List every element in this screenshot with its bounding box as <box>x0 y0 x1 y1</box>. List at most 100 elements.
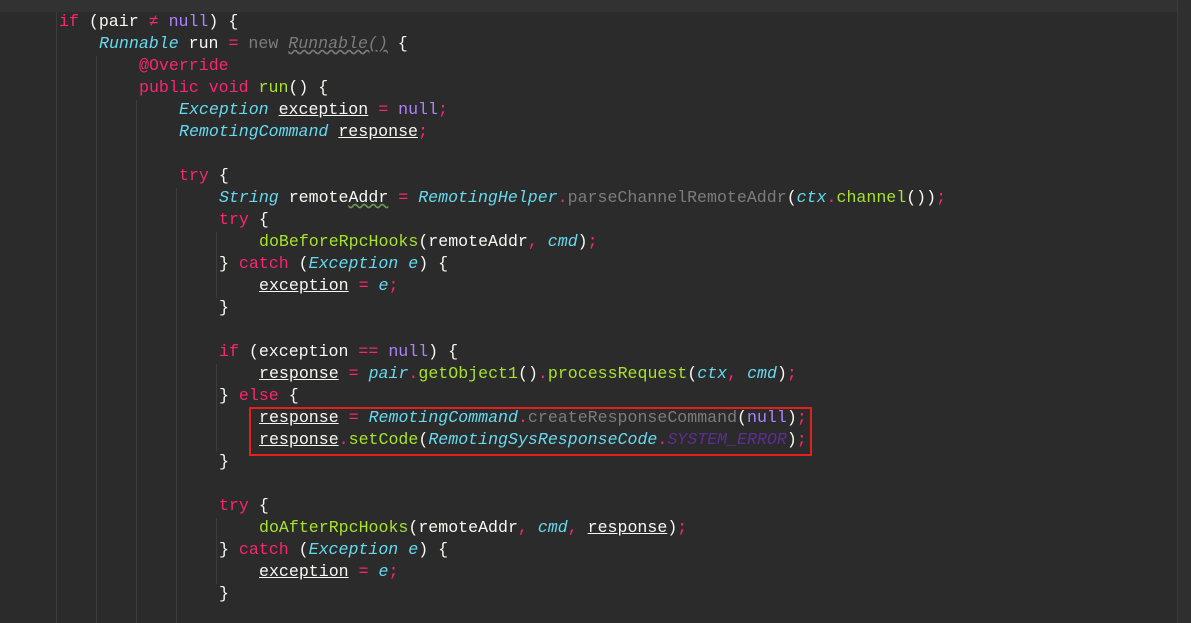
code-token: = <box>378 100 389 119</box>
code-token: response <box>259 430 339 449</box>
code-token: catch <box>238 254 289 273</box>
code-line[interactable]: if (exception == null) { <box>219 341 458 363</box>
code-token: { <box>278 386 299 405</box>
code-token: RemotingCommand <box>368 408 518 427</box>
code-token: ; <box>796 408 807 427</box>
code-token: doAfterRpcHooks <box>259 518 409 537</box>
code-token: ( <box>238 342 259 361</box>
code-line[interactable]: Runnable run = new Runnable() { <box>99 33 408 55</box>
code-token: () { <box>288 78 329 97</box>
code-line[interactable]: doBeforeRpcHooks(remoteAddr, cmd); <box>259 231 598 253</box>
code-line[interactable]: doAfterRpcHooks(remoteAddr, cmd, respons… <box>259 517 687 539</box>
code-token: response <box>259 408 339 427</box>
code-token: ( <box>737 408 748 427</box>
code-token: if <box>59 12 79 31</box>
code-token: ; <box>936 188 947 207</box>
code-token: channel <box>836 188 907 207</box>
code-line[interactable]: } else { <box>219 385 299 407</box>
code-line[interactable]: exception = e; <box>259 275 398 297</box>
code-token: new <box>248 34 279 53</box>
code-token: try <box>179 166 209 185</box>
code-token: ( <box>786 188 797 207</box>
code-token: Exception <box>179 100 269 119</box>
code-token: ) <box>577 232 588 251</box>
code-token: ctx <box>697 364 728 383</box>
code-line[interactable]: @Override <box>139 55 229 77</box>
code-token: e <box>378 276 389 295</box>
code-token: catch <box>238 540 289 559</box>
code-token: . <box>338 430 349 449</box>
code-token: . <box>657 430 668 449</box>
code-line[interactable]: if (pair ≠ null) { <box>59 11 238 33</box>
code-line[interactable]: response.setCode(RemotingSysResponseCode… <box>259 429 807 451</box>
code-token: } <box>219 254 239 273</box>
indent-guide <box>96 56 97 623</box>
code-token: ; <box>796 430 807 449</box>
code-token: remote <box>278 188 349 207</box>
code-token: , <box>727 364 748 383</box>
code-line[interactable]: try { <box>219 495 269 517</box>
code-line[interactable]: response = RemotingCommand.createRespons… <box>259 407 807 429</box>
code-token: if <box>219 342 239 361</box>
code-editor[interactable]: if (pair ≠ null) {Runnable run = new Run… <box>0 0 1191 623</box>
code-token: } <box>219 584 229 603</box>
code-line[interactable]: } <box>219 583 229 605</box>
code-line[interactable]: try { <box>219 209 269 231</box>
code-line[interactable]: exception = e; <box>259 561 398 583</box>
code-token: ; <box>786 364 797 383</box>
code-token: cmd <box>537 518 568 537</box>
code-line[interactable]: try { <box>179 165 229 187</box>
code-token: . <box>537 364 548 383</box>
code-line[interactable]: RemotingCommand response; <box>179 121 428 143</box>
code-line[interactable]: } catch (Exception e) { <box>219 253 448 275</box>
code-token: RemotingSysResponseCode <box>428 430 658 449</box>
code-token: = <box>348 364 359 383</box>
code-token: . <box>517 408 528 427</box>
code-token: Runnable() <box>288 34 388 53</box>
code-token: RemotingCommand <box>179 122 329 141</box>
code-line[interactable]: String remoteAddr = RemotingHelper.parse… <box>219 187 946 209</box>
code-token: = <box>358 562 369 581</box>
code-token: , <box>527 232 548 251</box>
code-token: e <box>378 562 389 581</box>
code-token: exception <box>259 562 349 581</box>
code-token: RemotingHelper <box>418 188 558 207</box>
code-token: ( <box>687 364 698 383</box>
code-token: , <box>567 518 588 537</box>
code-token: createResponseCommand <box>527 408 738 427</box>
code-token: { <box>208 166 229 185</box>
code-token: String <box>219 188 279 207</box>
code-token: ) <box>786 408 797 427</box>
code-token: setCode <box>348 430 419 449</box>
code-line[interactable]: response = pair.getObject1().processRequ… <box>259 363 797 385</box>
code-token: } <box>219 386 239 405</box>
vertical-scrollbar[interactable] <box>1177 0 1191 623</box>
code-token: ( <box>288 540 309 559</box>
code-line[interactable]: } catch (Exception e) { <box>219 539 448 561</box>
indent-guide <box>216 364 217 452</box>
code-token: ( <box>418 430 429 449</box>
code-token: { <box>248 496 269 515</box>
code-token: . <box>408 364 419 383</box>
code-line[interactable]: public void run() { <box>139 77 328 99</box>
code-token: = <box>228 34 239 53</box>
code-token: ) { <box>418 540 449 559</box>
code-token: (remoteAddr <box>418 232 528 251</box>
code-line[interactable]: Exception exception = null; <box>179 99 448 121</box>
code-token: } <box>219 540 239 559</box>
code-line[interactable]: } <box>219 451 229 473</box>
code-line[interactable]: } <box>219 297 229 319</box>
code-token: getObject1 <box>418 364 518 383</box>
code-token: null <box>398 100 438 119</box>
code-token: ; <box>587 232 598 251</box>
code-token: cmd <box>747 364 777 383</box>
